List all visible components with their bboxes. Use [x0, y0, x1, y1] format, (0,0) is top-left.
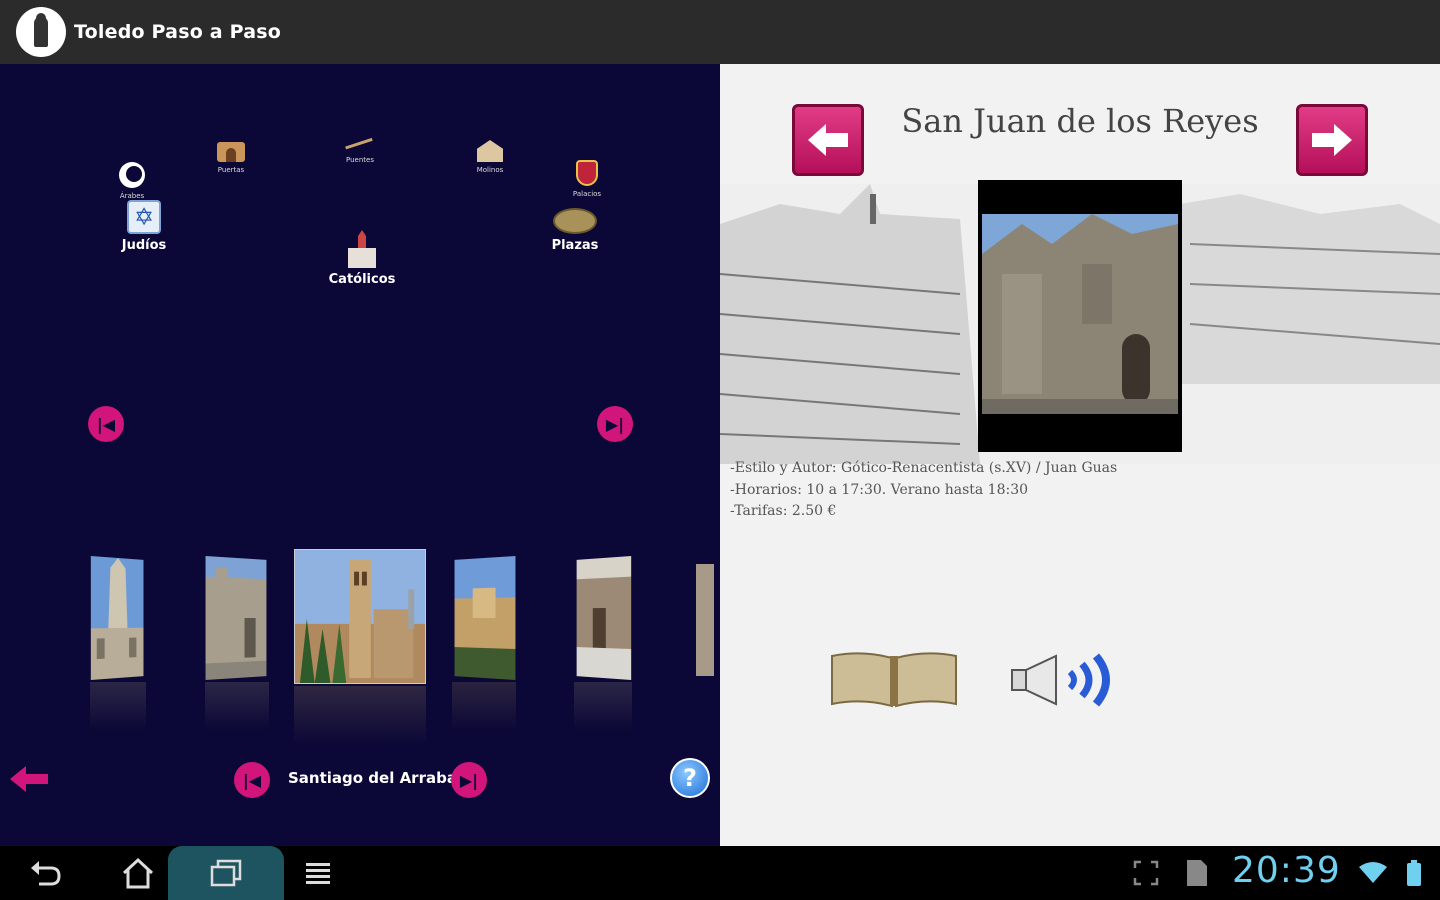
carousel-item-monastery[interactable] [205, 555, 267, 681]
arrow-left-icon [808, 124, 848, 156]
synagogue-photo [454, 555, 516, 681]
category-label: Árabes [119, 192, 145, 200]
category-label: Puentes [346, 156, 374, 164]
reflection [452, 682, 516, 732]
current-item-label: Santiago del Arrabal [288, 769, 463, 787]
category-palacios[interactable]: Palacios [562, 160, 612, 198]
back-arrow-icon[interactable] [10, 764, 50, 794]
partial-photo [696, 564, 714, 676]
category-puertas[interactable]: Puertas [206, 142, 256, 174]
category-label: Molinos [476, 166, 504, 174]
category-label: Puertas [217, 166, 245, 174]
battery-status [1400, 846, 1428, 900]
app-title: Toledo Paso a Paso [74, 21, 282, 43]
category-label: Judíos [121, 238, 167, 253]
book-icon[interactable] [828, 650, 960, 708]
walker-logo-icon[interactable] [16, 7, 66, 57]
next-item-button[interactable]: ▶| [451, 762, 487, 798]
info-hours: -Horarios: 10 a 17:30. Verano hasta 18:3… [730, 481, 1029, 498]
san-juan-de-los-reyes-photo [982, 214, 1178, 414]
system-navigation-bar: 20:39 [0, 846, 1440, 900]
info-style-author: -Estilo y Autor: Gótico-Renacentista (s.… [730, 460, 1118, 476]
shield-icon [576, 160, 598, 186]
recent-apps-button[interactable] [200, 846, 252, 900]
previous-item-button[interactable]: |◀ [234, 762, 270, 798]
carousel-item-catedral[interactable] [90, 556, 144, 680]
carousel-item-partial[interactable] [696, 564, 714, 676]
carousel-item-santiago-del-arrabal[interactable] [294, 549, 426, 684]
recent-apps-icon [210, 859, 242, 887]
carousel-first-button[interactable]: |◀ [88, 406, 124, 442]
category-label: Católicos [328, 272, 396, 287]
status-clock: 20:39 [1232, 850, 1341, 891]
battery-icon [1407, 860, 1421, 886]
screen-compat-button[interactable] [1128, 846, 1164, 900]
action-bar: Toledo Paso a Paso [0, 0, 1440, 64]
place-info: -Estilo y Autor: Gótico-Renacentista (s.… [730, 458, 1117, 523]
monastery-photo [205, 555, 267, 681]
speaker-icon[interactable] [1010, 652, 1120, 708]
menu-icon [306, 863, 330, 884]
cathedral-photo [90, 556, 144, 680]
street-photo [576, 555, 632, 681]
category-judios[interactable]: ✡ Judíos [104, 200, 184, 253]
home-icon [122, 857, 154, 889]
skip-last-icon: ▶| [459, 770, 479, 790]
category-label: Palacios [572, 190, 602, 198]
back-icon [31, 861, 61, 886]
wifi-status [1356, 846, 1390, 900]
category-catolicos[interactable]: Católicos [320, 228, 404, 287]
sd-card-icon [1187, 860, 1207, 886]
category-panel: Árabes ✡ Judíos Puertas Puentes Molinos … [0, 64, 720, 846]
mill-icon [477, 140, 503, 162]
santiago-del-arrabal-photo [295, 550, 425, 683]
carousel-item-sinagoga[interactable] [454, 555, 516, 681]
place-photo-frame[interactable] [978, 180, 1182, 452]
info-fares: -Tarifas: 2.50 € [730, 503, 837, 519]
reflection [294, 686, 426, 746]
fullscreen-icon [1133, 860, 1159, 886]
arrow-right-icon [1312, 124, 1352, 156]
skip-first-icon: |◀ [242, 770, 262, 790]
star-of-david-icon: ✡ [127, 200, 161, 234]
next-place-button[interactable] [1296, 104, 1368, 176]
place-title: San Juan de los Reyes [901, 102, 1259, 140]
home-button[interactable] [112, 846, 164, 900]
reflection [205, 682, 269, 732]
reflection [574, 682, 632, 732]
detail-panel: San Juan de los Reyes -Estilo y Autor: G… [720, 64, 1440, 846]
carousel-item-street[interactable] [576, 555, 632, 681]
plaza-icon [553, 208, 597, 234]
category-puentes[interactable]: Puentes [335, 137, 385, 164]
category-molinos[interactable]: Molinos [465, 140, 515, 174]
menu-button[interactable] [294, 846, 342, 900]
question-mark-icon: ? [683, 764, 697, 792]
sd-card-status [1180, 846, 1214, 900]
category-plazas[interactable]: Plazas [540, 208, 610, 253]
carousel-last-button[interactable]: ▶| [597, 406, 633, 442]
arch-gate-icon [217, 142, 245, 162]
crescent-moon-icon [119, 162, 145, 188]
church-icon [345, 228, 379, 268]
wifi-icon [1359, 862, 1387, 883]
category-arabes[interactable]: Árabes [112, 162, 152, 200]
skip-last-icon: ▶| [605, 414, 625, 434]
category-label: Plazas [551, 238, 599, 253]
skip-first-icon: |◀ [96, 414, 116, 434]
previous-place-button[interactable] [792, 104, 864, 176]
reflection [90, 682, 146, 732]
bridge-icon [345, 137, 375, 157]
help-button[interactable]: ? [670, 758, 710, 798]
back-button[interactable] [20, 846, 72, 900]
